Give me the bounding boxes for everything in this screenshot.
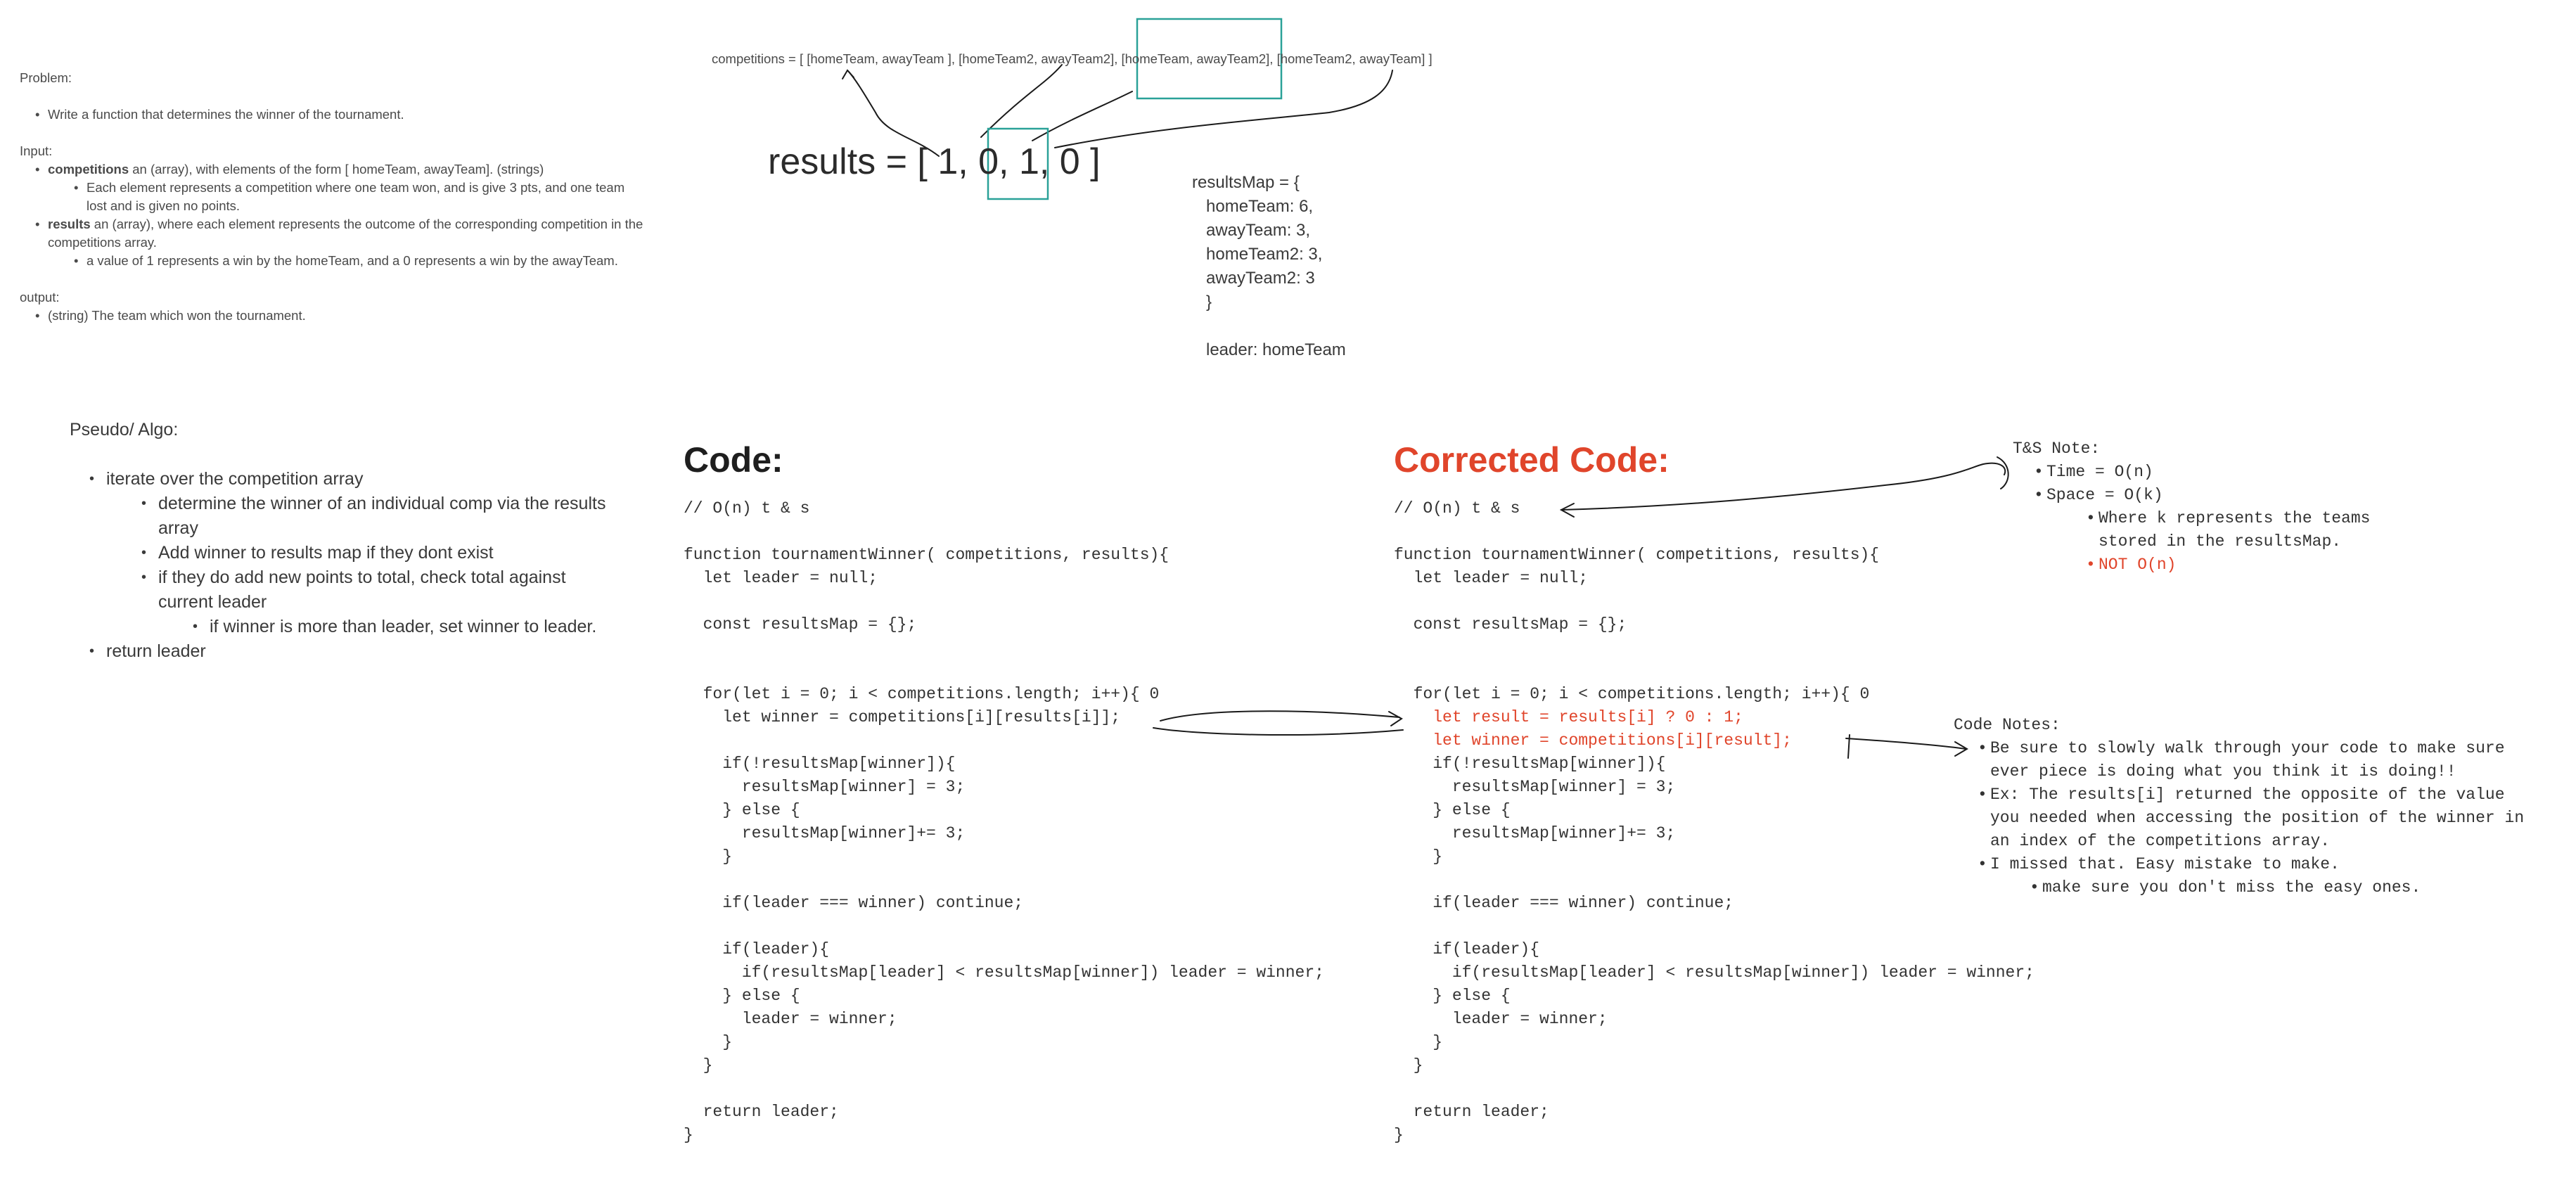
input-competitions: competitions an (array), with elements o… [35, 160, 653, 179]
competitions-example: competitions = [ [homeTeam, awayTeam ], … [712, 51, 1433, 66]
pseudo-heading: Pseudo/ Algo: [70, 420, 179, 440]
arrowhead-1 [842, 69, 854, 79]
code-note: I missed that. Easy mistake to make. [1978, 853, 2524, 876]
corrected-line-result: let result = results[i] ? 0 : 1; [1394, 708, 1743, 726]
code-notes-heading: Code Notes: [1954, 716, 2061, 734]
code-note: Ex: The results[i] returned the opposite… [1978, 783, 2524, 853]
code-notes: Code Notes: Be sure to slowly walk throu… [1954, 714, 2524, 899]
corrected-line-winner: let winner = competitions[i][result]; [1394, 731, 1792, 750]
code-title: Code: [684, 440, 783, 480]
results-label: results [48, 217, 91, 231]
input-results: results an (array), where each element r… [35, 215, 653, 252]
ts-note-space: Space = O(k) [2034, 484, 2370, 507]
results-subitem: a value of 1 represents a win by the hom… [74, 252, 653, 270]
ts-note-heading: T&S Note: [2013, 440, 2101, 458]
ts-note: T&S Note: Time = O(n) Space = O(k) Where… [2013, 437, 2370, 577]
pseudo-section: Pseudo/ Algo: iterate over the competiti… [70, 418, 608, 664]
ts-note-where: Where k represents the teams stored in t… [2086, 507, 2370, 553]
results-map-example: resultsMap = { homeTeam: 6, awayTeam: 3,… [1192, 173, 1346, 359]
output-heading: output: [20, 290, 60, 304]
arrow-comp-4 [1054, 70, 1393, 148]
arrow-ts-bracket [1997, 456, 2009, 489]
problem-heading: Problem: [20, 70, 72, 85]
results-desc: an (array), where each element represent… [48, 217, 643, 250]
corrected-code-tail: if(!resultsMap[winner]){ resultsMap[winn… [1394, 755, 2034, 1144]
pseudo-substep: if they do add new points to total, chec… [141, 565, 608, 615]
corrected-code-head: // O(n) t & s function tournamentWinner(… [1394, 499, 1880, 703]
problem-section: Problem: Write a function that determine… [20, 69, 653, 325]
code-subnote: make sure you don't miss the easy ones. [2030, 876, 2524, 899]
code-block: // O(n) t & s function tournamentWinner(… [684, 499, 1324, 1144]
pseudo-subsubstep: if winner is more than leader, set winne… [193, 615, 603, 639]
results-example: results = [ 1, 0, 1, 0 ] [768, 141, 1101, 182]
competitions-label: competitions [48, 162, 129, 177]
pseudo-substep: determine the winner of an individual co… [141, 492, 608, 541]
pseudo-step: return leader [89, 639, 608, 664]
code-note: Be sure to slowly walk through your code… [1978, 737, 2524, 783]
arrow-comp-2 [980, 64, 1063, 138]
output-item: (string) The team which won the tourname… [35, 307, 653, 325]
pseudo-step: iterate over the competition array [89, 467, 608, 492]
problem-item: Write a function that determines the win… [35, 105, 653, 124]
ts-note-time: Time = O(n) [2034, 461, 2370, 484]
competitions-subitem: Each element represents a competition wh… [74, 179, 642, 215]
input-heading: Input: [20, 143, 53, 158]
ts-note-not: NOT O(n) [2086, 553, 2370, 577]
corrected-code-title: Corrected Code: [1394, 440, 1670, 480]
pseudo-substep: Add winner to results map if they dont e… [141, 541, 608, 565]
corrected-code-block: // O(n) t & s function tournamentWinner(… [1394, 497, 2034, 1147]
competitions-desc: an (array), with elements of the form [ … [129, 162, 544, 177]
